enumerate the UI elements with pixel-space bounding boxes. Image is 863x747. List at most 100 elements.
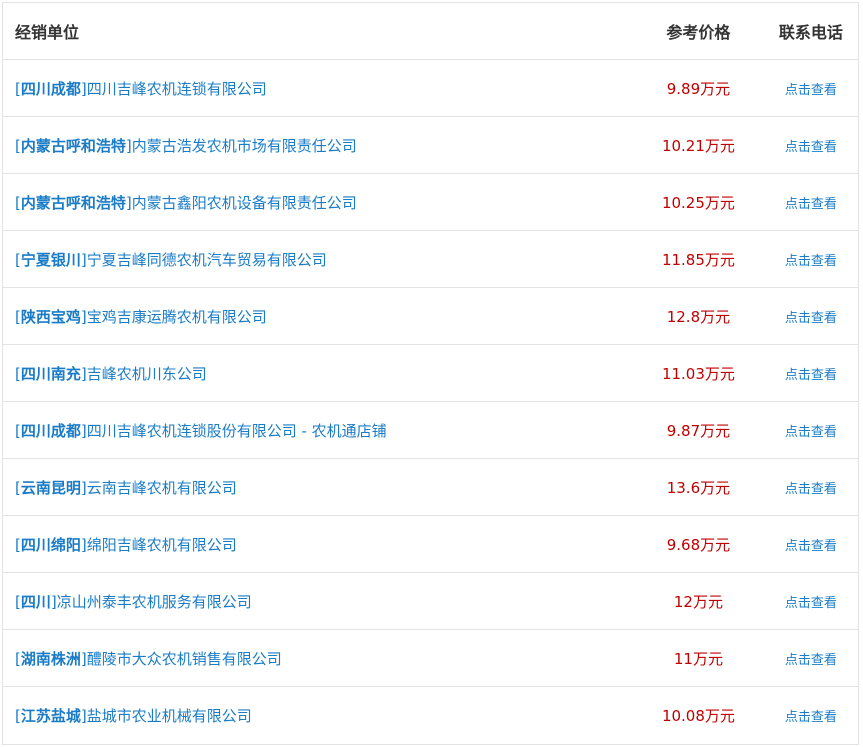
price-value: 9.87万元 (666, 421, 731, 440)
price-cell: 10.08万元 (633, 705, 764, 726)
dealer-link[interactable]: 宁夏吉峰同德农机汽车贸易有限公司 (87, 251, 327, 269)
price-value: 11.85万元 (661, 250, 735, 269)
region-link[interactable]: 湖南株洲 (21, 650, 81, 668)
region-link[interactable]: 云南昆明 (21, 479, 81, 497)
table-row: [江苏盐城]盐城市农业机械有限公司 10.08万元 点击查看 (3, 687, 858, 744)
price-value: 10.08万元 (661, 707, 735, 725)
price-cell: 9.68万元 (633, 534, 764, 555)
dealer-link[interactable]: 四川吉峰农机连锁有限公司 (87, 80, 267, 98)
contact-cell: 点击查看 (764, 706, 858, 725)
dealer-link[interactable]: 醴陵市大众农机销售有限公司 (87, 650, 282, 668)
header-dealer: 经销单位 (15, 23, 80, 42)
dealer-cell: [江苏盐城]盐城市农业机械有限公司 (3, 705, 633, 726)
dealer-cell: [云南昆明]云南吉峰农机有限公司 (3, 477, 633, 498)
view-contact-link[interactable]: 点击查看 (785, 710, 837, 725)
price-cell: 12万元 (633, 591, 764, 612)
price-cell: 9.89万元 (633, 78, 764, 99)
contact-cell: 点击查看 (764, 364, 858, 383)
contact-cell: 点击查看 (764, 421, 858, 440)
contact-cell: 点击查看 (764, 79, 858, 98)
price-value: 10.21万元 (661, 136, 735, 155)
table-row: [四川南充]吉峰农机川东公司 11.03万元 点击查看 (3, 345, 858, 402)
region-link[interactable]: 四川成都 (21, 422, 81, 440)
table-header: 经销单位 参考价格 联系电话 (3, 3, 858, 60)
view-contact-link[interactable]: 点击查看 (785, 482, 837, 497)
header-price: 参考价格 (666, 23, 731, 42)
dealer-cell: [宁夏银川]宁夏吉峰同德农机汽车贸易有限公司 (3, 249, 633, 270)
region-link[interactable]: 江苏盐城 (21, 707, 81, 725)
table-row: [内蒙古呼和浩特]内蒙古浩发农机市场有限责任公司 10.21万元 点击查看 (3, 117, 858, 174)
region-link[interactable]: 四川 (21, 593, 51, 611)
region-link[interactable]: 内蒙古呼和浩特 (21, 194, 126, 212)
price-cell: 9.87万元 (633, 420, 764, 441)
price-value: 9.89万元 (666, 79, 731, 98)
view-contact-link[interactable]: 点击查看 (785, 83, 837, 98)
dealer-cell: [陕西宝鸡]宝鸡吉康运腾农机有限公司 (3, 306, 633, 327)
table-row: [内蒙古呼和浩特]内蒙古鑫阳农机设备有限责任公司 10.25万元 点击查看 (3, 174, 858, 231)
contact-cell: 点击查看 (764, 193, 858, 212)
contact-cell: 点击查看 (764, 592, 858, 611)
view-contact-link[interactable]: 点击查看 (785, 254, 837, 269)
price-cell: 11.85万元 (633, 249, 764, 270)
dealer-cell: [内蒙古呼和浩特]内蒙古鑫阳农机设备有限责任公司 (3, 192, 633, 213)
dealer-cell: [四川]凉山州泰丰农机服务有限公司 (3, 591, 633, 612)
price-value: 13.6万元 (666, 478, 731, 497)
price-value: 11.03万元 (661, 364, 735, 383)
dealer-link[interactable]: 绵阳吉峰农机有限公司 (87, 536, 237, 554)
price-value: 12万元 (673, 592, 723, 611)
region-link[interactable]: 四川成都 (21, 80, 81, 98)
price-value: 9.68万元 (666, 535, 731, 554)
dealer-cell: [湖南株洲]醴陵市大众农机销售有限公司 (3, 648, 633, 669)
price-cell: 11万元 (633, 648, 764, 669)
contact-cell: 点击查看 (764, 535, 858, 554)
dealer-link[interactable]: 云南吉峰农机有限公司 (87, 479, 237, 497)
dealer-link[interactable]: 四川吉峰农机连锁股份有限公司 - 农机通店铺 (87, 422, 387, 440)
table-row: [四川成都]四川吉峰农机连锁有限公司 9.89万元 点击查看 (3, 60, 858, 117)
region-link[interactable]: 四川绵阳 (21, 536, 81, 554)
table-row: [陕西宝鸡]宝鸡吉康运腾农机有限公司 12.8万元 点击查看 (3, 288, 858, 345)
table-row: [四川成都]四川吉峰农机连锁股份有限公司 - 农机通店铺 9.87万元 点击查看 (3, 402, 858, 459)
dealer-link[interactable]: 内蒙古浩发农机市场有限责任公司 (132, 137, 357, 155)
view-contact-link[interactable]: 点击查看 (785, 596, 837, 611)
view-contact-link[interactable]: 点击查看 (785, 539, 837, 554)
contact-cell: 点击查看 (764, 478, 858, 497)
dealer-link[interactable]: 宝鸡吉康运腾农机有限公司 (87, 308, 267, 326)
region-link[interactable]: 陕西宝鸡 (21, 308, 81, 326)
dealer-link[interactable]: 盐城市农业机械有限公司 (87, 707, 252, 725)
price-cell: 10.21万元 (633, 135, 764, 156)
dealer-cell: [四川南充]吉峰农机川东公司 (3, 363, 633, 384)
price-cell: 13.6万元 (633, 477, 764, 498)
table-row: [云南昆明]云南吉峰农机有限公司 13.6万元 点击查看 (3, 459, 858, 516)
region-link[interactable]: 四川南充 (21, 365, 81, 383)
price-cell: 11.03万元 (633, 363, 764, 384)
table-row: [四川]凉山州泰丰农机服务有限公司 12万元 点击查看 (3, 573, 858, 630)
table-row: [湖南株洲]醴陵市大众农机销售有限公司 11万元 点击查看 (3, 630, 858, 687)
dealer-link[interactable]: 内蒙古鑫阳农机设备有限责任公司 (132, 194, 357, 212)
price-value: 10.25万元 (661, 193, 735, 212)
price-value: 12.8万元 (666, 307, 731, 326)
header-contact: 联系电话 (778, 23, 843, 42)
price-cell: 12.8万元 (633, 306, 764, 327)
dealer-cell: [内蒙古呼和浩特]内蒙古浩发农机市场有限责任公司 (3, 135, 633, 156)
table-row: [四川绵阳]绵阳吉峰农机有限公司 9.68万元 点击查看 (3, 516, 858, 573)
price-cell: 10.25万元 (633, 192, 764, 213)
view-contact-link[interactable]: 点击查看 (785, 653, 837, 668)
dealer-cell: [四川成都]四川吉峰农机连锁股份有限公司 - 农机通店铺 (3, 420, 633, 441)
contact-cell: 点击查看 (764, 250, 858, 269)
region-link[interactable]: 内蒙古呼和浩特 (21, 137, 126, 155)
region-link[interactable]: 宁夏银川 (21, 251, 81, 269)
contact-cell: 点击查看 (764, 649, 858, 668)
contact-cell: 点击查看 (764, 307, 858, 326)
view-contact-link[interactable]: 点击查看 (785, 140, 837, 155)
dealer-link[interactable]: 凉山州泰丰农机服务有限公司 (57, 593, 252, 611)
view-contact-link[interactable]: 点击查看 (785, 197, 837, 212)
dealer-cell: [四川成都]四川吉峰农机连锁有限公司 (3, 78, 633, 99)
dealer-cell: [四川绵阳]绵阳吉峰农机有限公司 (3, 534, 633, 555)
view-contact-link[interactable]: 点击查看 (785, 425, 837, 440)
price-value: 11万元 (673, 649, 723, 668)
dealer-link[interactable]: 吉峰农机川东公司 (87, 365, 207, 383)
contact-cell: 点击查看 (764, 136, 858, 155)
table-row: [宁夏银川]宁夏吉峰同德农机汽车贸易有限公司 11.85万元 点击查看 (3, 231, 858, 288)
view-contact-link[interactable]: 点击查看 (785, 311, 837, 326)
view-contact-link[interactable]: 点击查看 (785, 368, 837, 383)
